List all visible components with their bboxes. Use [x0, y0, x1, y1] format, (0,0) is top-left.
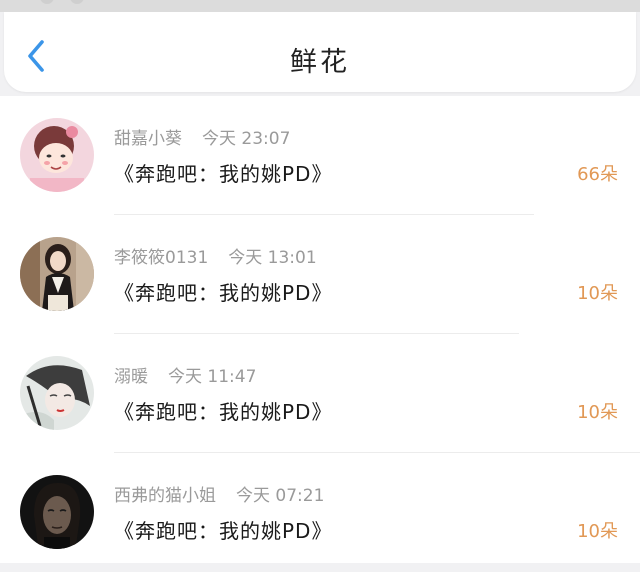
list-item[interactable]: 甜嘉小葵 今天 23:07 《奔跑吧：我的姚PD》 66朵 [0, 96, 640, 215]
list-item[interactable]: 溺暖 今天 11:47 《奔跑吧：我的姚PD》 10朵 [0, 334, 640, 453]
username[interactable]: 李筱筱0131 [114, 248, 208, 268]
status-dot [40, 0, 54, 4]
status-dot [70, 0, 84, 4]
status-bar [0, 0, 640, 12]
user-avatar[interactable] [20, 237, 94, 311]
flower-count: 10朵 [577, 521, 618, 542]
user-avatar[interactable] [20, 356, 94, 430]
timestamp: 今天 07:21 [236, 486, 325, 506]
meta-line: 西弗的猫小姐 今天 07:21 [114, 481, 324, 506]
meta-line: 甜嘉小葵 今天 23:07 [114, 124, 290, 149]
flower-count: 10朵 [577, 283, 618, 304]
page-title: 鲜花 [290, 47, 350, 78]
username[interactable]: 甜嘉小葵 [114, 129, 182, 149]
work-title[interactable]: 《奔跑吧：我的姚PD》 [114, 515, 332, 544]
user-avatar[interactable] [20, 118, 94, 192]
nav-header: 鲜花 [4, 12, 636, 92]
avatar-cartoon-girl [20, 118, 94, 192]
flower-list: 甜嘉小葵 今天 23:07 《奔跑吧：我的姚PD》 66朵 李筱筱0131 今天 1… [0, 96, 640, 563]
timestamp: 今天 23:07 [202, 129, 291, 149]
avatar-woman-dark-hair [20, 237, 94, 311]
flower-count: 10朵 [577, 402, 618, 423]
meta-line: 溺暖 今天 11:47 [114, 362, 256, 387]
timestamp: 今天 11:47 [168, 367, 257, 387]
work-title[interactable]: 《奔跑吧：我的姚PD》 [114, 396, 332, 425]
meta-line: 李筱筱0131 今天 13:01 [114, 243, 317, 268]
list-item[interactable]: 西弗的猫小姐 今天 07:21 《奔跑吧：我的姚PD》 10朵 [0, 453, 640, 572]
flower-count: 66朵 [577, 164, 618, 185]
avatar-girl-sketch [20, 356, 94, 430]
username[interactable]: 西弗的猫小姐 [114, 486, 216, 506]
work-title[interactable]: 《奔跑吧：我的姚PD》 [114, 158, 332, 187]
avatar-dark-portrait [20, 475, 94, 549]
work-title[interactable]: 《奔跑吧：我的姚PD》 [114, 277, 332, 306]
list-item[interactable]: 李筱筱0131 今天 13:01 《奔跑吧：我的姚PD》 10朵 [0, 215, 640, 334]
username[interactable]: 溺暖 [114, 367, 148, 387]
user-avatar[interactable] [20, 475, 94, 549]
timestamp: 今天 13:01 [228, 248, 317, 268]
